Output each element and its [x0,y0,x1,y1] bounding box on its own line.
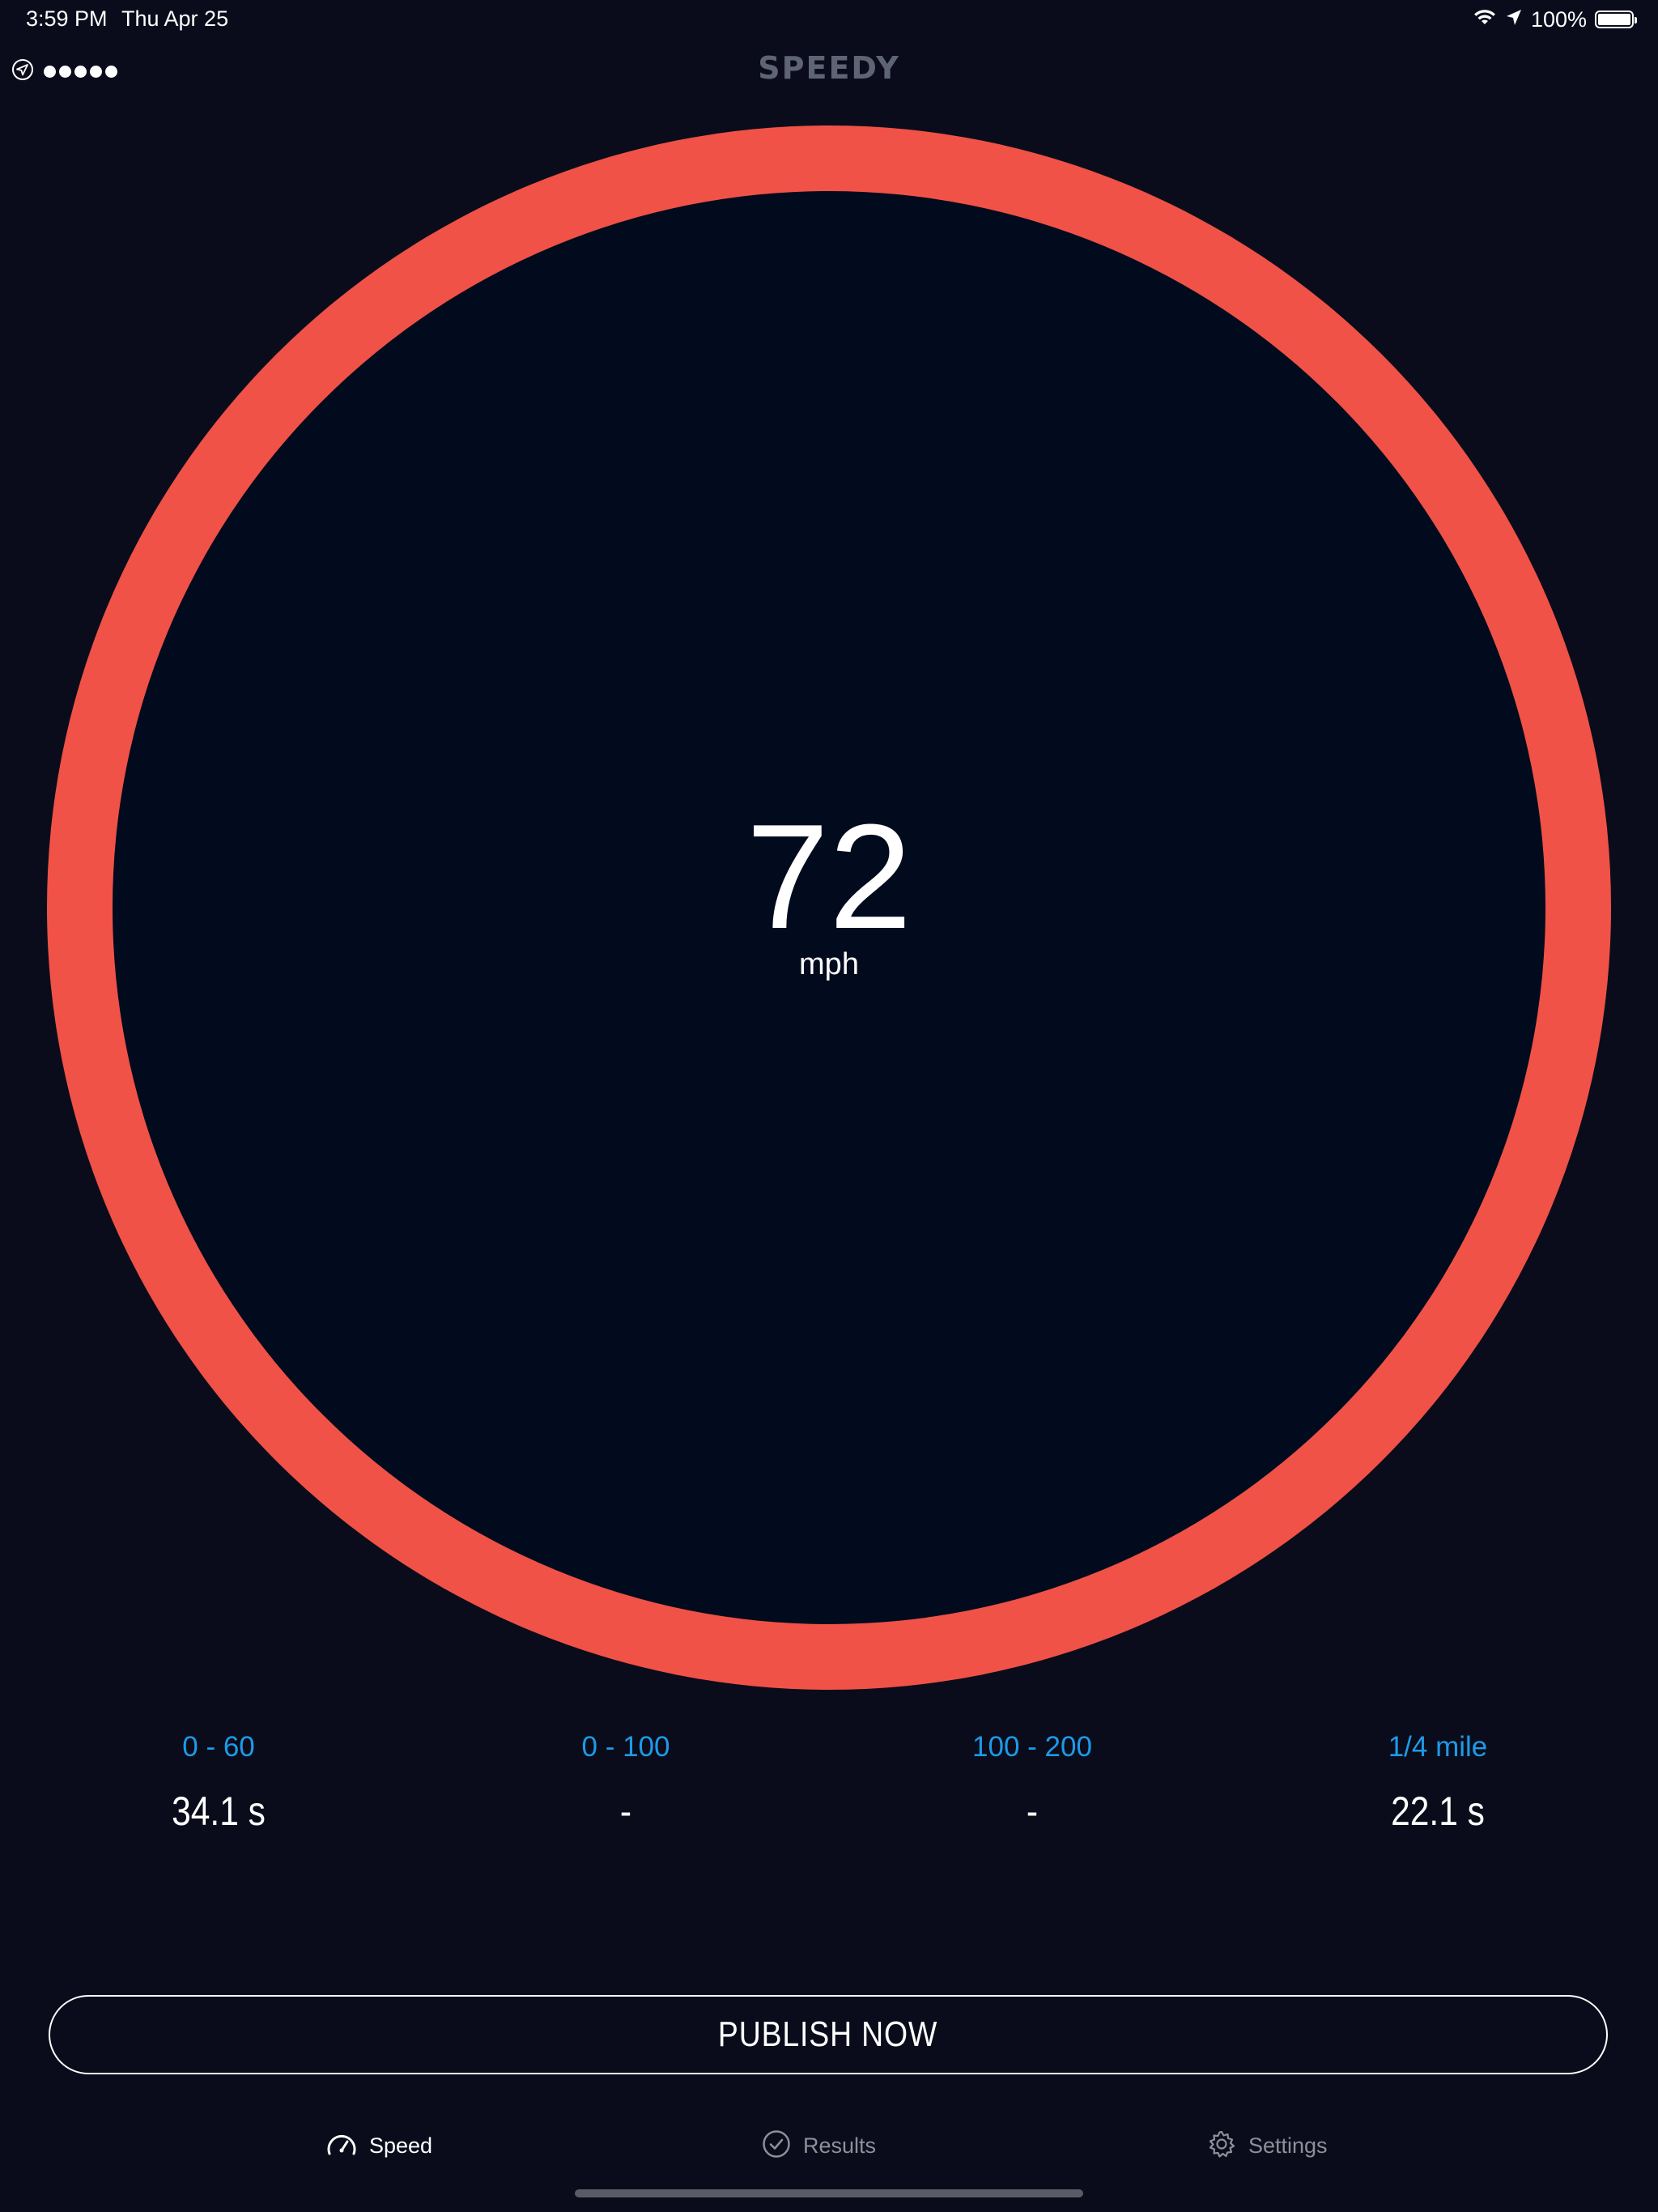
speedometer-screen: 3:59 PM Thu Apr 25 100% SPEEDY 72 mph 0 … [0,0,1658,2212]
checkmark-circle-icon [761,2129,792,2163]
tab-settings[interactable]: Settings [1206,2121,1328,2170]
location-arrow-icon [1505,8,1523,32]
battery-percentage: 100% [1530,6,1587,32]
stat-100-200: 100 - 200 - [886,1731,1178,1835]
tab-speed[interactable]: Speed [325,2121,432,2170]
publish-now-button[interactable]: PUBLISH NOW [49,1995,1608,2074]
stat-label: 0 - 100 [581,1731,670,1763]
tab-results[interactable]: Results [761,2121,876,2170]
stat-value: 22.1 s [1391,1789,1485,1834]
speed-unit: mph [799,947,859,981]
publish-button-label: PUBLISH NOW [718,2014,938,2054]
gear-icon [1206,2129,1237,2163]
status-bar: 3:59 PM Thu Apr 25 100% [0,0,1658,39]
stat-value: - [1026,1789,1039,1834]
stat-0-100: 0 - 100 - [480,1731,772,1835]
tab-label: Settings [1248,2133,1328,2158]
stat-value: 34.1 s [172,1789,266,1834]
stat-label: 0 - 60 [182,1731,255,1763]
home-indicator[interactable] [575,2189,1083,2197]
stat-0-60: 0 - 60 34.1 s [73,1731,364,1835]
stat-value: - [619,1789,632,1834]
speedometer-icon [325,2129,358,2163]
status-time: 3:59 PM [26,6,108,31]
status-indicators: 100% [1473,5,1637,34]
current-speed: 72 [746,793,912,959]
status-date: Thu Apr 25 [121,6,229,31]
stat-quarter-mile: 1/4 mile 22.1 s [1292,1731,1584,1835]
acceleration-stats: 0 - 60 34.1 s 0 - 100 - 100 - 200 - 1/4 … [0,1731,1658,1844]
battery-icon [1595,11,1637,28]
app-logo: SPEEDY [758,50,900,86]
tab-bar: Speed Results Settings [0,2121,1658,2178]
wifi-icon [1473,8,1497,32]
stat-label: 100 - 200 [972,1731,1092,1763]
stat-label: 1/4 mile [1388,1731,1488,1763]
tab-label: Results [803,2133,877,2158]
tab-label: Speed [369,2133,433,2158]
